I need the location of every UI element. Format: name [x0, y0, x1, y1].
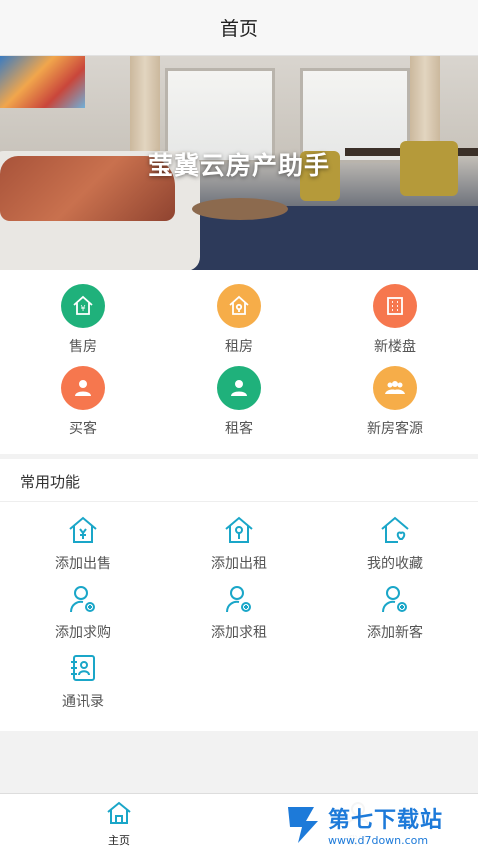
banner-image[interactable]: 莹冀云房产助手 [0, 56, 478, 270]
feature-label: 添加出租 [211, 556, 267, 572]
home-icon [107, 801, 131, 824]
quick-action-label: 售房 [69, 339, 97, 355]
feature-label: 我的收藏 [367, 556, 423, 572]
feature-add-rent-request[interactable]: 添加求租 [179, 584, 299, 642]
quick-action-label: 买客 [69, 421, 97, 437]
banner-painting [0, 56, 85, 108]
feature-label: 通讯录 [62, 694, 104, 710]
feature-label: 添加新客 [367, 625, 423, 641]
quick-action-label: 租房 [225, 339, 253, 355]
feature-add-purchase-request[interactable]: 添加求购 [23, 584, 143, 642]
house-yuan-icon: ¥ [61, 284, 105, 328]
feature-label: 添加出售 [55, 556, 111, 572]
quick-action-label: 新楼盘 [374, 339, 416, 355]
user-add-outline-icon [382, 586, 407, 613]
quick-action-tenant[interactable]: 租客 [179, 366, 299, 438]
feature-label: 添加求购 [55, 625, 111, 641]
house-yuan-outline-icon [69, 516, 97, 543]
user-icon [61, 366, 105, 410]
user-icon [217, 366, 261, 410]
quick-action-sell-house[interactable]: ¥ 售房 [23, 284, 143, 356]
watermark-logo-icon [288, 807, 318, 843]
user-add-outline-icon [70, 586, 95, 613]
users-group-icon [373, 366, 417, 410]
house-heart-outline-icon [381, 516, 409, 543]
quick-actions-grid: ¥ 售房 租房 新楼盘 买客 租客 新房客源 [0, 270, 478, 454]
page-title: 首页 [219, 18, 258, 40]
tab-home[interactable]: 主页 [79, 800, 159, 848]
quick-action-new-house-clients[interactable]: 新房客源 [335, 366, 455, 438]
feature-add-rental[interactable]: 添加出租 [179, 515, 299, 573]
quick-action-label: 租客 [225, 421, 253, 437]
building-icon [373, 284, 417, 328]
feature-contacts[interactable]: 通讯录 [23, 653, 143, 711]
svg-text:¥: ¥ [80, 304, 85, 313]
quick-action-new-property[interactable]: 新楼盘 [335, 284, 455, 356]
tab-label: 主页 [108, 834, 130, 847]
quick-action-rent-house[interactable]: 租房 [179, 284, 299, 356]
section-title: 常用功能 [20, 473, 81, 491]
quick-action-label: 新房客源 [367, 421, 423, 437]
watermark: 第七下载站 www.d7down.com [284, 800, 474, 848]
feature-my-favorites[interactable]: 我的收藏 [335, 515, 455, 573]
watermark-url: www.d7down.com [328, 833, 429, 847]
feature-add-new-client[interactable]: 添加新客 [335, 584, 455, 642]
common-features-section: 常用功能 添加出售 添加出租 我的收藏 添加求购 添加求租 添加新客 通讯录 [0, 459, 478, 731]
feature-add-sale[interactable]: 添加出售 [23, 515, 143, 573]
house-key-outline-icon [225, 516, 253, 543]
house-key-icon [217, 284, 261, 328]
banner-title: 莹冀云房产助手 [147, 151, 330, 180]
user-add-outline-icon [226, 586, 251, 613]
watermark-text: 第七下载站 [328, 807, 444, 833]
banner-table [192, 198, 288, 220]
top-nav-bar: 首页 [0, 0, 478, 56]
quick-action-buyer[interactable]: 买客 [23, 366, 143, 438]
divider [0, 501, 478, 502]
feature-label: 添加求租 [211, 625, 267, 641]
contacts-book-icon [71, 655, 95, 681]
